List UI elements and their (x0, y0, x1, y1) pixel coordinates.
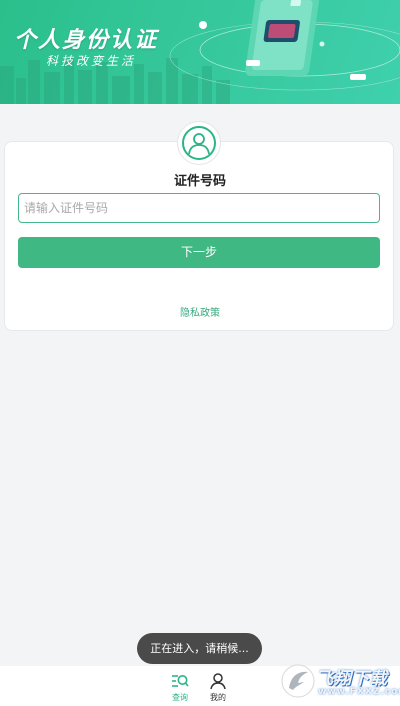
banner-subtitle: 科技改变生活 (46, 54, 137, 68)
privacy-policy-link[interactable]: 隐私政策 (0, 304, 400, 319)
nav-item-mine[interactable]: 我的 (203, 672, 233, 703)
avatar-circle (182, 126, 216, 160)
page: 个人身份认证 科技改变生活 证件号码 下一步 隐私政策 正在进入，请稍候... … (0, 0, 400, 706)
next-step-button[interactable]: 下一步 (18, 237, 380, 268)
user-avatar-icon (188, 133, 210, 155)
banner-title: 个人身份认证 (14, 28, 159, 53)
avatar (177, 121, 221, 165)
watermark-logo: 飞翔下载 www.FXXZ.com (280, 662, 400, 704)
loading-toast: 正在进入，请稍候... (137, 633, 262, 664)
id-number-input[interactable] (18, 193, 380, 223)
user-icon (210, 673, 226, 690)
watermark-text: 飞翔下载 (316, 669, 388, 689)
id-number-label: 证件号码 (173, 174, 226, 189)
watermark-logo-icon (281, 664, 315, 698)
nav-label-mine: 我的 (210, 693, 226, 702)
watermark-url: www.FXXZ.com (318, 687, 400, 697)
nav-item-query[interactable]: 查询 (165, 672, 195, 703)
search-list-icon (172, 675, 189, 687)
nav-label-query: 查询 (172, 693, 188, 702)
header-banner: 个人身份认证 科技改变生活 (0, 0, 400, 104)
